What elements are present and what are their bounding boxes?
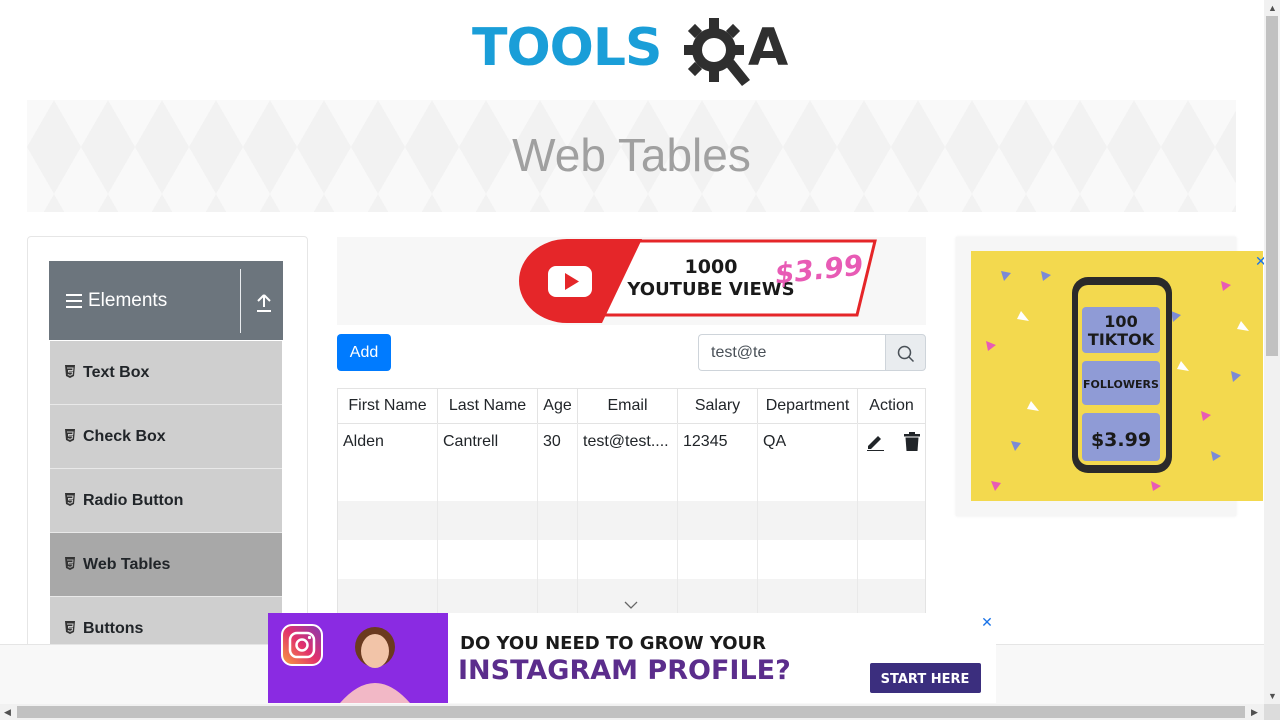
tiktok-followers-ad[interactable]: 100 TIKTOK FOLLOWERS $3.99 [956,237,1263,516]
sidebar-item-radio-button[interactable]: Radio Button [50,469,282,533]
cell-age: 30 [538,423,578,462]
column-header-department[interactable]: Department [758,389,858,423]
tiktok-ad-line1: 100 [1104,312,1137,331]
hamburger-icon [66,294,82,308]
scroll-right-icon[interactable]: ▶ [1251,704,1258,720]
html5-icon [65,621,75,634]
ig-ad-line2: INSTAGRAM PROFILE? [458,655,791,686]
scroll-left-icon[interactable]: ◀ [4,704,11,720]
instagram-ad-graphic: DO YOU NEED TO GROW YOUR INSTAGRAM PROFI… [268,613,993,703]
vertical-scroll-thumb[interactable] [1266,16,1278,356]
vertical-scrollbar[interactable]: ▲ ▼ [1264,0,1280,704]
youtube-ad-graphic: 1000 YOUTUBE VIEWS $3.99 [519,239,877,323]
search-button[interactable] [885,334,926,371]
html5-icon [65,365,75,378]
instagram-icon [281,624,323,666]
tiktok-ad-price: $3.99 [1091,429,1151,451]
cell-department: QA [758,423,858,462]
search-icon [897,345,915,363]
cell-email: test@test.... [578,423,678,462]
html5-icon [65,493,75,506]
tiktok-ad-line3: FOLLOWERS [1083,378,1159,391]
table-row-empty [338,501,925,540]
column-header-action[interactable]: Action [858,389,925,423]
youtube-icon [548,266,592,297]
search-input[interactable] [698,334,885,371]
html5-icon [65,429,75,442]
yt-ad-line2: YOUTUBE VIEWS [626,279,794,300]
column-header-age[interactable]: Age [538,389,578,423]
scrollbar-corner [1264,704,1280,720]
column-header-last-name[interactable]: Last Name [438,389,538,423]
close-icon[interactable]: ✕ [1255,253,1264,270]
add-button[interactable]: Add [337,334,391,371]
cell-action [858,423,925,462]
tiktok-ad-graphic: 100 TIKTOK FOLLOWERS $3.99 [971,251,1263,501]
logo-text-a: A [748,18,789,78]
sidebar-item-web-tables[interactable]: Web Tables [50,533,282,597]
column-header-first-name[interactable]: First Name [338,389,438,423]
table-row: Alden Cantrell 30 test@test.... 12345 QA [338,423,925,462]
youtube-views-ad[interactable]: 1000 YOUTUBE VIEWS $3.99 [337,237,926,325]
sidebar-item-label: Buttons [83,620,144,637]
page-title: Web Tables [512,129,751,181]
instagram-ad[interactable]: DO YOU NEED TO GROW YOUR INSTAGRAM PROFI… [268,613,996,703]
horizontal-scrollbar[interactable]: ◀ ▶ [0,704,1264,720]
gear-q-icon [684,18,750,86]
toolsqa-logo[interactable]: TOOLS A [472,14,796,92]
sidebar-item-label: Check Box [83,428,166,445]
upload-icon[interactable] [255,293,273,313]
cell-first-name: Alden [338,423,438,462]
table-row-empty [338,540,925,579]
page: TOOLS A Web Tables Elements Text Box Che… [0,0,1264,704]
sidebar-item-label: Radio Button [83,492,184,509]
sidebar-item-text-box[interactable]: Text Box [50,341,282,405]
table-header: First Name Last Name Age Email Salary De… [338,389,925,424]
horizontal-scroll-thumb[interactable] [17,706,1245,718]
sidebar-group-elements[interactable]: Elements [49,261,283,340]
sidebar-item-check-box[interactable]: Check Box [50,405,282,469]
tiktok-ad-art: 100 TIKTOK FOLLOWERS $3.99 [986,271,1249,491]
pencil-icon[interactable] [866,433,884,451]
cell-last-name: Cantrell [438,423,538,462]
scroll-up-icon[interactable]: ▲ [1268,0,1277,16]
page-banner: Web Tables [27,100,1236,212]
sidebar-group-title: Elements [88,290,168,311]
header-divider [240,269,241,333]
logo-text: TOOLS [472,18,662,78]
sidebar-item-label: Web Tables [83,556,171,573]
ig-ad-line1: DO YOU NEED TO GROW YOUR [460,633,766,654]
table-row-empty [338,462,925,501]
ig-ad-cta: START HERE [881,672,970,687]
yt-ad-line1: 1000 [685,256,738,278]
ig-ad-close: ✕ [981,615,993,631]
sidebar-item-label: Text Box [83,364,150,381]
column-header-email[interactable]: Email [578,389,678,423]
column-header-salary[interactable]: Salary [678,389,758,423]
scroll-down-icon[interactable]: ▼ [1268,688,1277,704]
chevron-down-icon[interactable] [624,601,638,609]
cell-salary: 12345 [678,423,758,462]
trash-icon[interactable] [904,432,920,451]
html5-icon [65,557,75,570]
tiktok-ad-line2: TIKTOK [1088,330,1155,349]
